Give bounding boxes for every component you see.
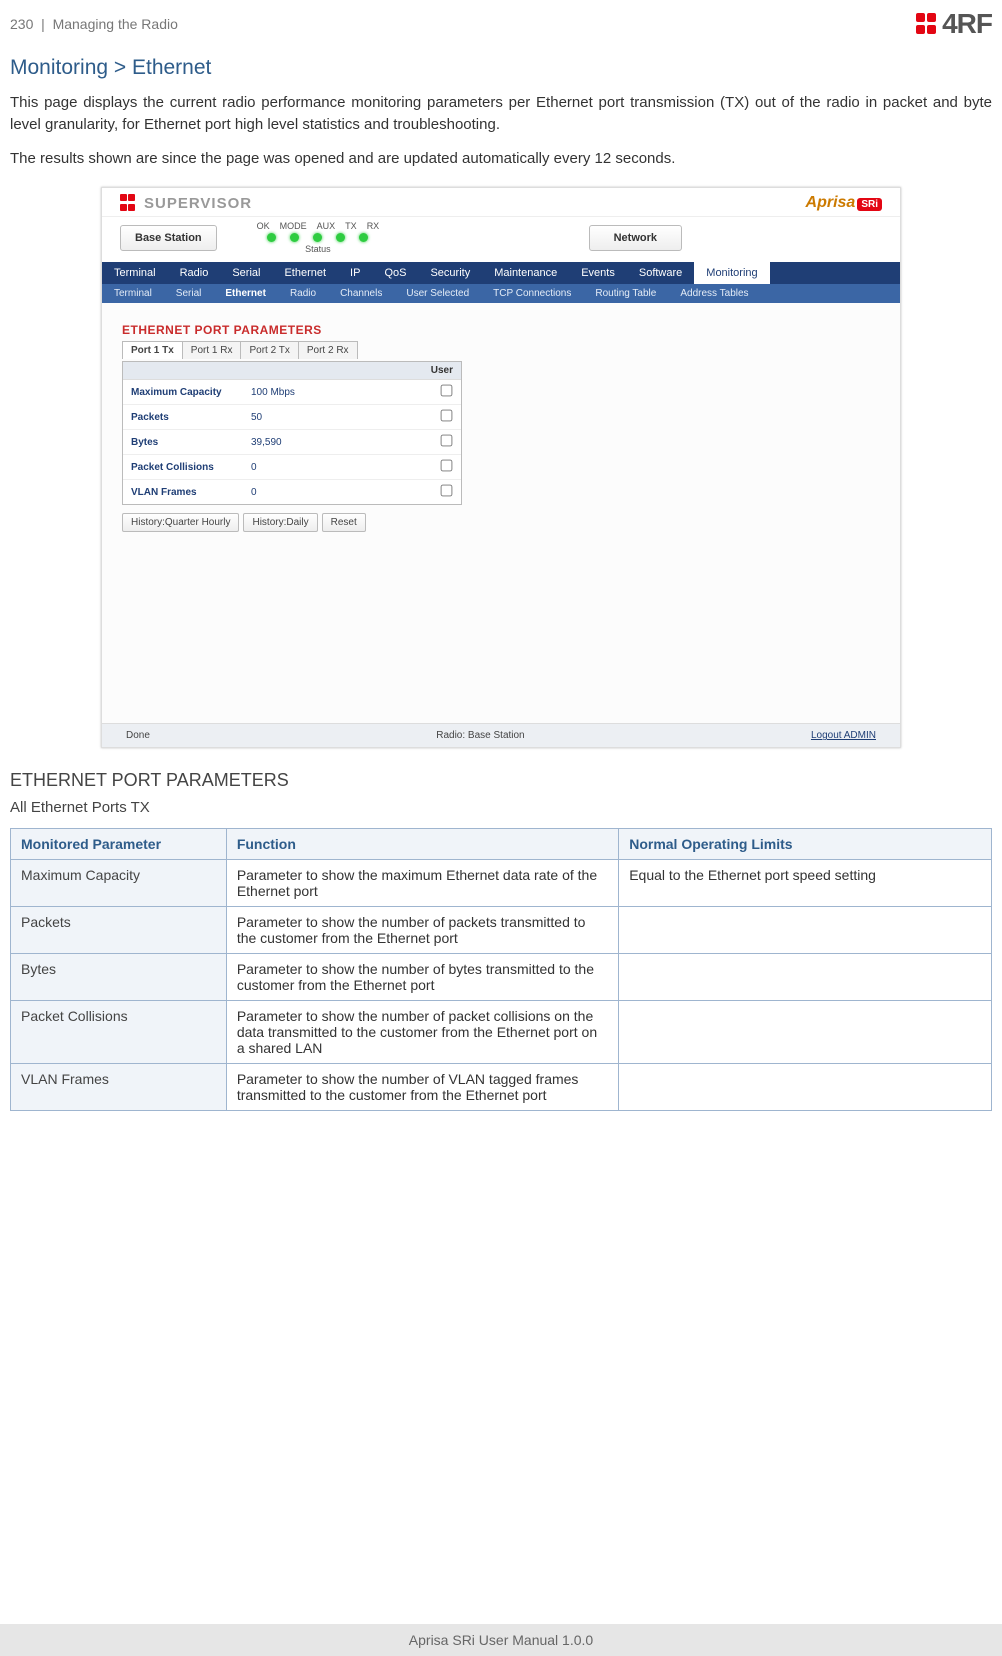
submenu-terminal[interactable]: Terminal: [102, 284, 164, 303]
supervisor-label: SUPERVISOR: [144, 195, 252, 212]
user-checkbox[interactable]: [441, 410, 453, 422]
menu-ip[interactable]: IP: [338, 262, 372, 284]
page-title: Monitoring > Ethernet: [10, 56, 992, 80]
network-button[interactable]: Network: [589, 225, 682, 251]
logo-dots-icon: [916, 13, 938, 35]
main-menu: Terminal Radio Serial Ethernet IP QoS Se…: [102, 262, 900, 284]
tab-port2rx[interactable]: Port 2 Rx: [298, 341, 358, 359]
history-quarter-hourly-button[interactable]: History:Quarter Hourly: [122, 513, 239, 532]
table-row: Packets Parameter to show the number of …: [11, 907, 992, 954]
supervisor-brand: SUPERVISOR: [120, 194, 252, 212]
sub-menu: Terminal Serial Ethernet Radio Channels …: [102, 284, 900, 303]
port-tabs: Port 1 Tx Port 1 Rx Port 2 Tx Port 2 Rx: [122, 341, 880, 359]
panel-title: ETHERNET PORT PARAMETERS: [122, 323, 880, 337]
submenu-tcp-connections[interactable]: TCP Connections: [481, 284, 583, 303]
page-number: 230: [10, 16, 33, 32]
brand-logo: 4RF: [916, 8, 992, 40]
submenu-ethernet[interactable]: Ethernet: [213, 284, 278, 303]
led-aux-icon: [313, 233, 322, 242]
menu-serial[interactable]: Serial: [220, 262, 272, 284]
submenu-serial[interactable]: Serial: [164, 284, 214, 303]
history-daily-button[interactable]: History:Daily: [243, 513, 317, 532]
th-parameter: Monitored Parameter: [11, 829, 227, 860]
col-header-user: User: [123, 362, 461, 380]
user-checkbox[interactable]: [441, 435, 453, 447]
table-row: Packet Collisions 0: [123, 455, 461, 480]
menu-security[interactable]: Security: [418, 262, 482, 284]
menu-software[interactable]: Software: [627, 262, 694, 284]
aprisa-logo: AprisaSRi: [806, 194, 882, 212]
th-limits: Normal Operating Limits: [619, 829, 992, 860]
menu-qos[interactable]: QoS: [372, 262, 418, 284]
tab-port1rx[interactable]: Port 1 Rx: [182, 341, 242, 359]
menu-monitoring[interactable]: Monitoring: [694, 262, 769, 284]
submenu-address-tables[interactable]: Address Tables: [668, 284, 760, 303]
user-checkbox[interactable]: [441, 460, 453, 472]
user-checkbox[interactable]: [441, 385, 453, 397]
page-header: 230 | Managing the Radio 4RF: [0, 0, 1002, 40]
status-done: Done: [126, 730, 150, 741]
parameter-table: User Maximum Capacity 100 Mbps Packets 5…: [122, 361, 462, 505]
reference-table: Monitored Parameter Function Normal Oper…: [10, 828, 992, 1111]
led-mode-icon: [290, 233, 299, 242]
header-section: Managing the Radio: [53, 16, 178, 32]
menu-events[interactable]: Events: [569, 262, 627, 284]
menu-ethernet[interactable]: Ethernet: [272, 262, 338, 284]
user-checkbox[interactable]: [441, 485, 453, 497]
table-row: VLAN Frames 0: [123, 480, 461, 504]
tab-port2tx[interactable]: Port 2 Tx: [240, 341, 298, 359]
menu-terminal[interactable]: Terminal: [102, 262, 168, 284]
supervisor-screenshot: SUPERVISOR AprisaSRi Base Station OK MOD…: [101, 187, 901, 748]
intro-paragraph-2: The results shown are since the page was…: [10, 148, 992, 170]
submenu-radio[interactable]: Radio: [278, 284, 328, 303]
menu-maintenance[interactable]: Maintenance: [482, 262, 569, 284]
intro-paragraph-1: This page displays the current radio per…: [10, 92, 992, 136]
led-tx-icon: [336, 233, 345, 242]
page-footer: Aprisa SRi User Manual 1.0.0: [0, 1624, 1002, 1656]
table-row: Bytes Parameter to show the number of by…: [11, 954, 992, 1001]
section-subheading: All Ethernet Ports TX: [10, 799, 992, 816]
logout-link[interactable]: Logout ADMIN: [811, 730, 876, 741]
header-sep: |: [41, 16, 45, 32]
submenu-user-selected[interactable]: User Selected: [394, 284, 481, 303]
led-rx-icon: [359, 233, 368, 242]
header-left: 230 | Managing the Radio: [10, 16, 178, 32]
base-station-button[interactable]: Base Station: [120, 225, 217, 251]
th-function: Function: [226, 829, 618, 860]
led-ok-icon: [267, 233, 276, 242]
table-row: Packet Collisions Parameter to show the …: [11, 1001, 992, 1064]
brand-text: 4RF: [942, 8, 992, 40]
tab-port1tx[interactable]: Port 1 Tx: [122, 341, 183, 359]
table-row: Maximum Capacity 100 Mbps: [123, 380, 461, 405]
table-row: Bytes 39,590: [123, 430, 461, 455]
submenu-routing-table[interactable]: Routing Table: [583, 284, 668, 303]
status-radio: Radio: Base Station: [436, 730, 524, 741]
section-heading: ETHERNET PORT PARAMETERS: [10, 770, 992, 791]
menu-radio[interactable]: Radio: [168, 262, 221, 284]
table-row: VLAN Frames Parameter to show the number…: [11, 1064, 992, 1111]
status-leds: OK MODE AUX TX RX Status: [257, 221, 380, 254]
submenu-channels[interactable]: Channels: [328, 284, 394, 303]
table-row: Maximum Capacity Parameter to show the m…: [11, 860, 992, 907]
table-row: Packets 50: [123, 405, 461, 430]
logo-dots-icon: [120, 194, 138, 212]
reset-button[interactable]: Reset: [322, 513, 366, 532]
